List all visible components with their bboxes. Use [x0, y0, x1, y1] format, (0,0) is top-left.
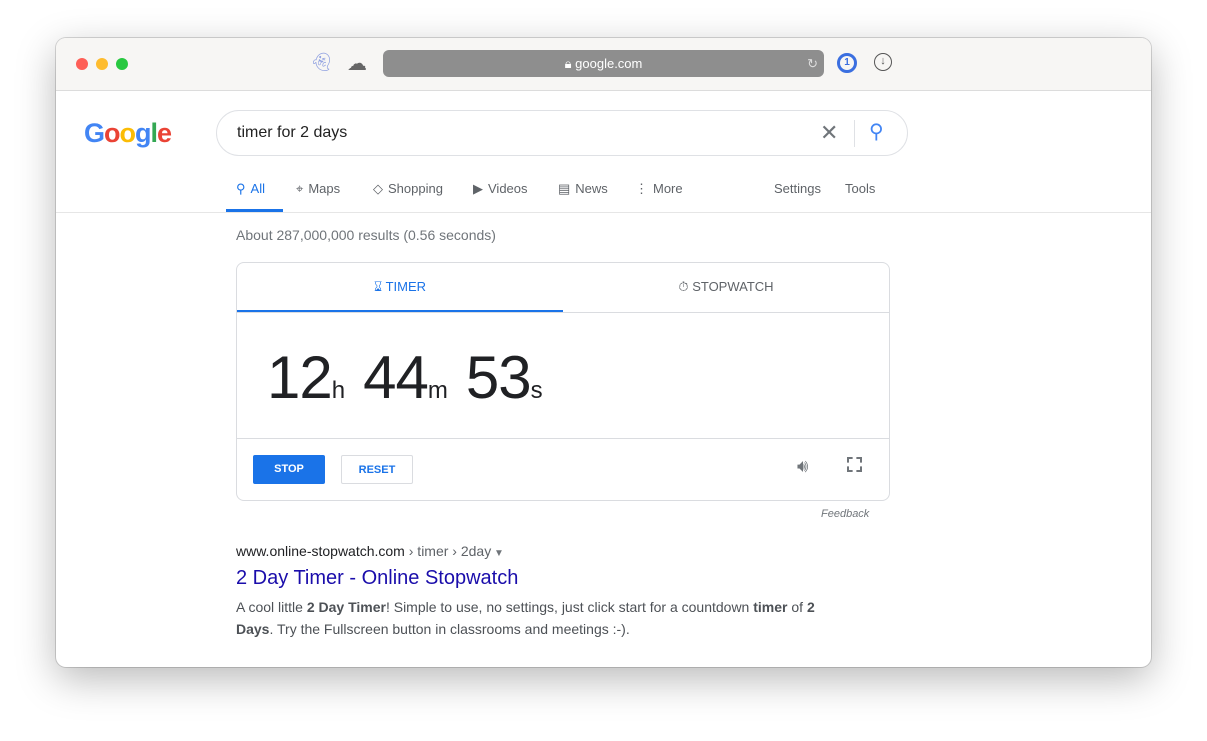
search-input[interactable]: timer for 2 days [237, 124, 347, 142]
ghost-icon[interactable]: 👻︎ [310, 52, 333, 73]
snippet-segment: . Try the Fullscreen button in classroom… [269, 621, 630, 637]
snippet-segment: 2 Day Timer [306, 599, 386, 615]
search-tabs: ⚲ All ⌖ Maps ◇ Shopping ▶ Videos ▤ News ⋮ More… [56, 181, 1151, 213]
hourglass-icon: ⌛︎ [373, 279, 386, 294]
google-logo[interactable]: Google [84, 118, 172, 149]
search-icon[interactable]: ⚲ [869, 119, 884, 144]
snippet-segment: ! Simple to use, no settings, just click… [385, 599, 754, 615]
feedback-link[interactable]: Feedback [821, 508, 869, 520]
tab-videos[interactable]: ▶ Videos [473, 181, 528, 212]
divider [237, 312, 889, 313]
result-stats: About 287,000,000 results (0.56 seconds) [236, 227, 496, 243]
cloud-icon[interactable]: ☁︎ [347, 51, 367, 76]
tab-more[interactable]: ⋮ More [635, 181, 683, 212]
tab-stopwatch[interactable]: ⏱︎ STOPWATCH [563, 263, 889, 312]
tab-timer[interactable]: ⌛︎ TIMER [237, 263, 563, 312]
tab-all[interactable]: ⚲ All [226, 181, 283, 212]
toolbar: 👻︎ ☁︎ 🔒︎ google.com ↻ 1 ↓ [56, 38, 1151, 91]
settings-link[interactable]: Settings [774, 181, 821, 212]
zoom-button[interactable] [116, 58, 128, 70]
divider [854, 120, 855, 147]
download-icon[interactable]: ↓ [874, 53, 892, 71]
lock-icon: 🔒︎ [564, 56, 576, 71]
stop-button[interactable]: STOP [253, 455, 325, 484]
1password-icon[interactable]: 1 [837, 53, 857, 73]
tab-shopping[interactable]: ◇ Shopping [373, 181, 443, 212]
divider [237, 438, 889, 439]
search-icon: ⚲ [236, 181, 246, 196]
news-icon: ▤ [558, 181, 571, 196]
reset-button[interactable]: RESET [341, 455, 413, 484]
clear-icon[interactable]: ✕ [820, 120, 838, 146]
snippet-segment: of [787, 599, 807, 615]
tab-maps[interactable]: ⌖ Maps [296, 181, 340, 212]
timer-display: 12h 44m 53s [267, 344, 543, 411]
search-box[interactable]: timer for 2 days ✕ ⚲ [216, 110, 908, 156]
browser-window: 👻︎ ☁︎ 🔒︎ google.com ↻ 1 ↓ Google timer f… [56, 38, 1151, 667]
more-icon: ⋮ [635, 181, 648, 196]
snippet-segment: timer [753, 599, 788, 615]
close-button[interactable] [76, 58, 88, 70]
fullscreen-icon[interactable] [847, 457, 862, 472]
reload-icon[interactable]: ↻ [807, 50, 818, 77]
pin-icon: ⌖ [296, 181, 304, 196]
minimize-button[interactable] [96, 58, 108, 70]
result-cite[interactable]: www.online-stopwatch.com › timer › 2day … [236, 543, 504, 559]
tab-news[interactable]: ▤ News [558, 181, 608, 212]
address-bar[interactable]: 🔒︎ google.com ↻ [383, 50, 824, 77]
play-icon: ▶ [473, 181, 483, 196]
volume-icon[interactable]: 🔊︎ [797, 456, 808, 477]
snippet-segment: A cool little [236, 599, 307, 615]
result-snippet: A cool little 2 Day Timer! Simple to use… [236, 596, 836, 640]
tag-icon: ◇ [373, 181, 383, 196]
stopwatch-icon: ⏱︎ [678, 279, 693, 294]
timer-card: ⌛︎ TIMER ⏱︎ STOPWATCH 12h 44m 53s STOP RES… [236, 262, 890, 501]
dropdown-arrow-icon[interactable]: ▼ [491, 548, 504, 559]
result-title-link[interactable]: 2 Day Timer - Online Stopwatch [236, 567, 518, 590]
tools-link[interactable]: Tools [845, 181, 875, 212]
